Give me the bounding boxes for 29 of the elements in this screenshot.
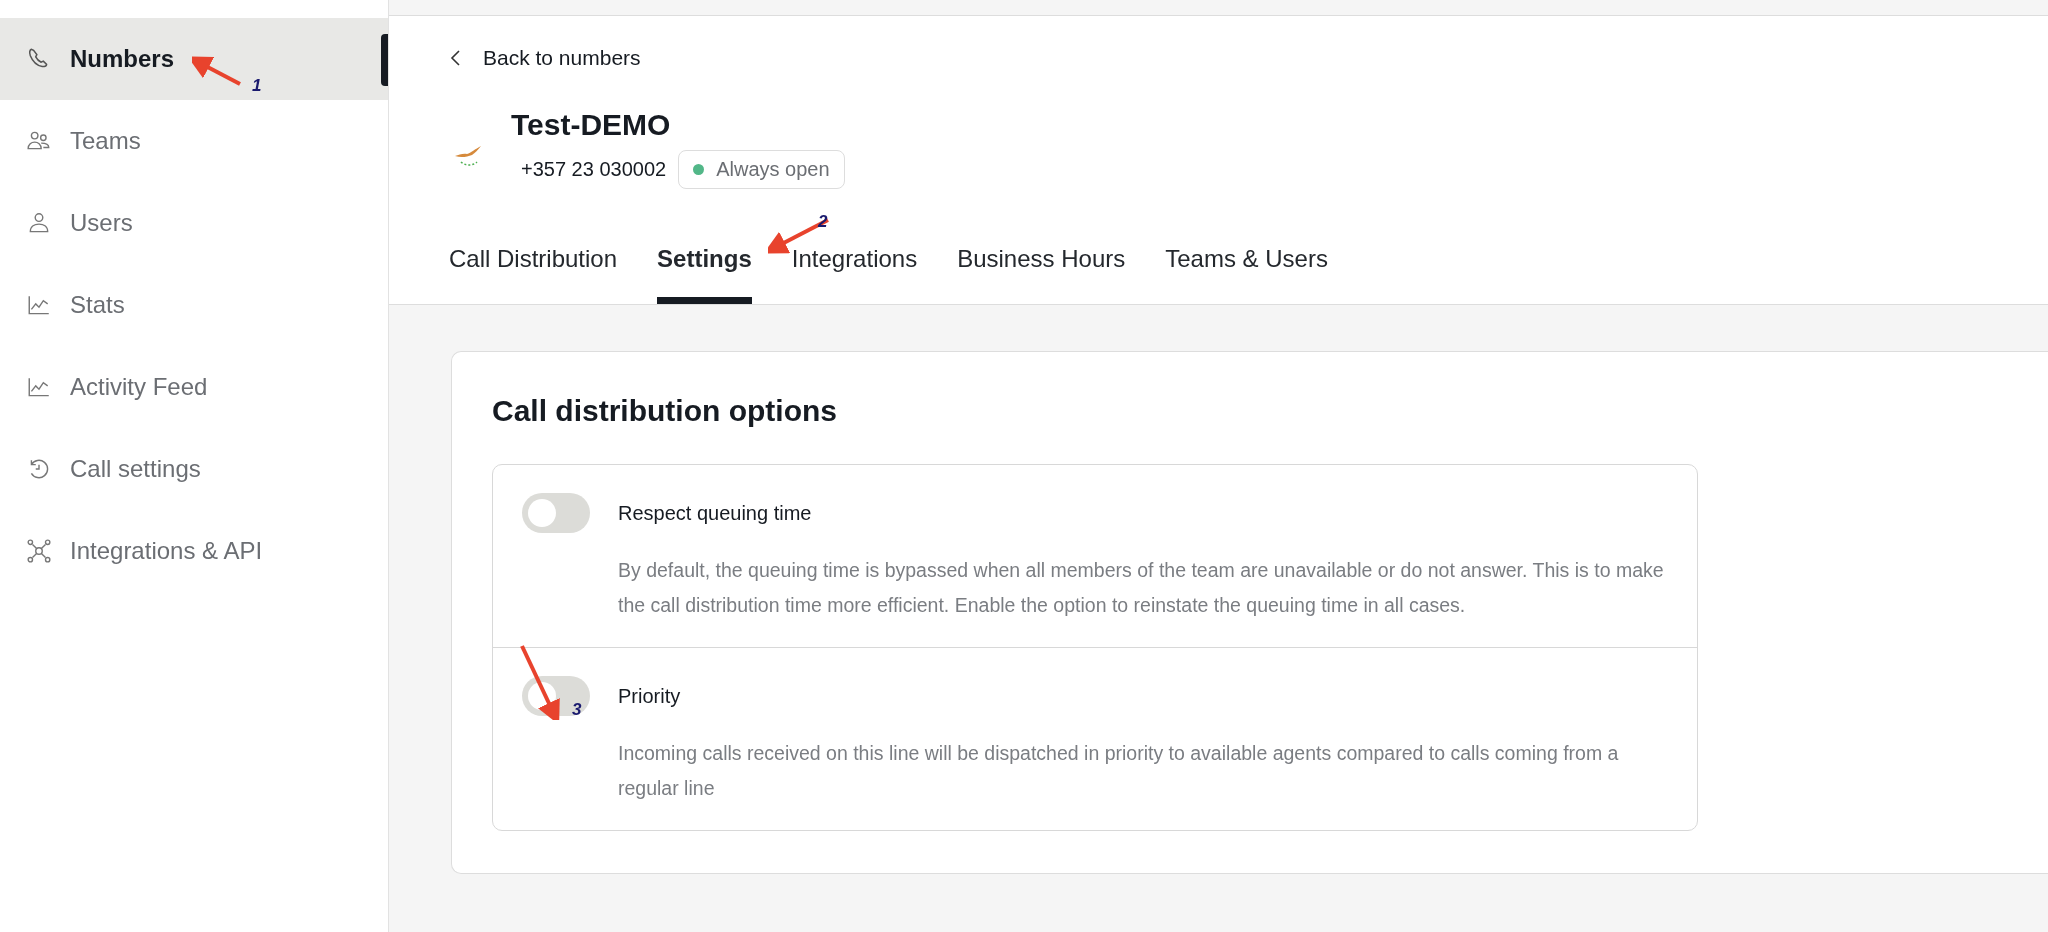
sidebar-item[interactable]: Integrations & API — [0, 510, 388, 592]
annotation-number: 3 — [572, 700, 582, 720]
sidebar-item[interactable]: Teams — [0, 100, 388, 182]
tab[interactable]: Call Distribution — [449, 233, 618, 304]
sidebar-item[interactable]: Users — [0, 182, 388, 264]
chevron-left-icon — [449, 48, 463, 68]
sidebar-item[interactable]: Activity Feed — [0, 346, 388, 428]
tab[interactable]: Business Hours — [957, 233, 1126, 304]
sidebar-item[interactable]: Stats — [0, 264, 388, 346]
annotation-number: 2 — [818, 212, 828, 232]
annotation-number: 1 — [252, 76, 262, 96]
number-title: Test-DEMO — [511, 108, 672, 142]
status-badge: Always open — [678, 150, 845, 189]
back-link[interactable]: Back to numbers — [449, 46, 641, 70]
status-dot — [693, 164, 705, 175]
phone-number: +357 23 030002 — [521, 158, 667, 181]
tab[interactable]: Integrations — [791, 233, 918, 304]
network-icon — [26, 538, 52, 564]
option-title: Priority — [618, 684, 681, 708]
card-heading: Call distribution options — [492, 394, 838, 428]
option-description: Incoming calls received on this line will be dispatched in priority to available agents compared to calls coming from a regular line — [618, 741, 1620, 801]
tab[interactable]: Settings — [657, 233, 752, 304]
sidebar-item[interactable]: Call settings — [0, 428, 388, 510]
tab[interactable]: Teams & Users — [1165, 233, 1328, 304]
option-description: By default, the queuing time is bypassed when all members of the team are unavailable or do not answer. This is to make the call distribution time more efficient. Enable the option to reinstate the queuing time in all cases. — [618, 558, 1665, 618]
resize-handle[interactable] — [381, 34, 388, 86]
annotation-arrow — [192, 56, 241, 86]
toggle-switch[interactable] — [522, 493, 590, 533]
option-title: Respect queuing time — [618, 501, 812, 525]
